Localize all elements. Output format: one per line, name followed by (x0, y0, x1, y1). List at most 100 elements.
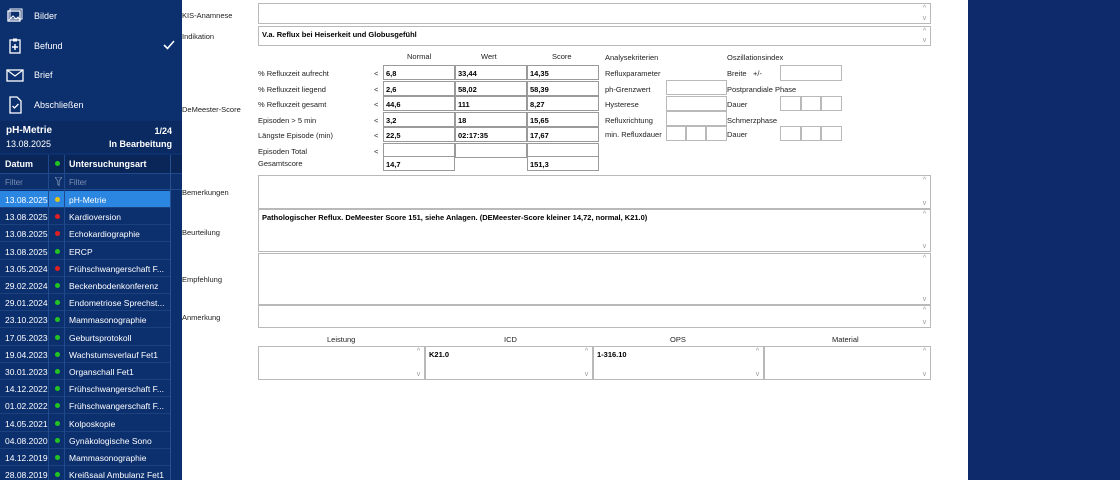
scroll-down-icon[interactable]: v (921, 37, 928, 44)
anmerkung-field[interactable]: ^ v (258, 305, 931, 328)
wert-value-field[interactable]: 111 (455, 96, 527, 111)
score-value-field[interactable]: 17,67 (527, 127, 599, 142)
list-item[interactable]: 14.05.2021 Kolposkopie (0, 415, 170, 432)
list-scrollbar[interactable] (170, 155, 171, 480)
nav-befund[interactable]: Befund (0, 31, 182, 61)
scroll-up-icon[interactable]: ^ (921, 211, 928, 218)
scroll-down-icon[interactable]: v (921, 319, 928, 326)
normal-value-field[interactable]: 3,2 (383, 111, 455, 127)
score-value-field[interactable]: 8,27 (527, 96, 599, 111)
score-value-field[interactable]: 58,39 (527, 80, 599, 96)
scrollbar[interactable]: ^ v (919, 176, 930, 208)
list-item-date: 14.12.2022 (5, 384, 48, 395)
list-item[interactable]: 01.02.2022 Frühschwangerschaft F... (0, 397, 170, 415)
breite-field[interactable] (780, 65, 842, 81)
list-item[interactable]: 30.01.2023 Organschall Fet1 (0, 363, 170, 380)
list-item[interactable]: 13.08.2025 ERCP (0, 243, 170, 260)
list-item[interactable]: 14.12.2022 Frühschwangerschaft F... (0, 380, 170, 398)
kis-anamnese-field[interactable]: ^ v (258, 3, 931, 24)
scroll-up-icon[interactable]: ^ (415, 348, 422, 355)
scroll-up-icon[interactable]: ^ (583, 348, 590, 355)
list-item[interactable]: 04.08.2020 Gynäkologische Sono (0, 432, 170, 449)
post-dauer-field-3[interactable] (821, 96, 842, 111)
empfehlung-field[interactable]: ^ v (258, 253, 931, 305)
column-header-type[interactable]: Untersuchungsart (69, 159, 147, 169)
scroll-down-icon[interactable]: v (921, 15, 928, 22)
wert-value-field[interactable]: 02:17:35 (455, 127, 527, 142)
scrollbar[interactable]: ^ v (581, 347, 592, 379)
scroll-up-icon[interactable]: ^ (921, 255, 928, 262)
scroll-down-icon[interactable]: v (754, 371, 761, 378)
nav-brief[interactable]: Brief (0, 60, 182, 90)
normal-value-field[interactable]: 22,5 (383, 127, 455, 142)
list-item[interactable]: 29.01.2024 Endometriose Sprechst... (0, 294, 170, 312)
icd-field[interactable]: K21.0 ^ v (425, 346, 593, 380)
score-value-field[interactable]: 14,35 (527, 65, 599, 80)
list-item[interactable]: 13.08.2025 Kardioversion (0, 208, 170, 226)
scroll-down-icon[interactable]: v (415, 371, 422, 378)
wert-value-field[interactable]: 33,44 (455, 65, 527, 80)
gesamt-normal-field[interactable]: 14,7 (383, 156, 455, 171)
scrollbar[interactable]: ^ v (919, 4, 930, 23)
ops-field[interactable]: 1-316.10 ^ v (593, 346, 764, 380)
bemerkungen-field[interactable]: ^ v (258, 175, 931, 209)
refluxrichtung-field[interactable] (666, 111, 727, 126)
nav-abschliessen[interactable]: Abschließen (0, 90, 182, 120)
scroll-up-icon[interactable]: ^ (921, 177, 928, 184)
scrollbar[interactable]: ^ v (919, 27, 930, 45)
scroll-up-icon[interactable]: ^ (921, 348, 928, 355)
normal-value-field[interactable]: 44,6 (383, 96, 455, 111)
scroll-up-icon[interactable]: ^ (921, 28, 928, 35)
refluxdauer-field-1[interactable] (666, 126, 686, 141)
scroll-down-icon[interactable]: v (921, 371, 928, 378)
score-value-field[interactable]: 15,65 (527, 111, 599, 127)
scrollbar[interactable]: ^ v (919, 210, 930, 251)
list-item[interactable]: 28.08.2019 Kreißsaal Ambulanz Fet1 (0, 466, 170, 480)
scrollbar[interactable]: ^ v (919, 306, 930, 327)
filter-date-input[interactable]: Filter (5, 178, 23, 187)
normal-value-field[interactable]: 6,8 (383, 65, 455, 80)
wert-value-field[interactable]: 58,02 (455, 80, 527, 96)
filter-icon[interactable] (54, 176, 63, 188)
list-item[interactable]: 19.04.2023 Wachstumsverlauf Fet1 (0, 346, 170, 363)
scroll-up-icon[interactable]: ^ (754, 348, 761, 355)
refluxdauer-field-2[interactable] (686, 126, 706, 141)
leistung-heading: Leistung (327, 335, 356, 344)
scroll-down-icon[interactable]: v (583, 371, 590, 378)
schmerz-dauer-field-3[interactable] (821, 126, 842, 141)
normal-value-field[interactable]: 2,6 (383, 80, 455, 96)
list-item[interactable]: 13.08.2025 Echokardiographie (0, 225, 170, 243)
refluxdauer-field-3[interactable] (706, 126, 727, 141)
scroll-down-icon[interactable]: v (921, 200, 928, 207)
column-header-date[interactable]: Datum (5, 159, 33, 169)
list-item[interactable]: 17.05.2023 Geburtsprotokoll (0, 329, 170, 346)
wert-value-field[interactable]: 18 (455, 111, 527, 127)
scrollbar[interactable]: ^ v (413, 347, 424, 379)
scroll-up-icon[interactable]: ^ (921, 307, 928, 314)
scrollbar[interactable]: ^ v (919, 347, 930, 379)
ph-grenzwert-field[interactable] (666, 80, 727, 95)
schmerz-dauer-field-1[interactable] (780, 126, 801, 141)
post-dauer-field-2[interactable] (801, 96, 821, 111)
gesamt-score-field[interactable]: 151,3 (527, 156, 599, 171)
list-item[interactable]: 13.05.2024 Frühschwangerschaft F... (0, 260, 170, 277)
scrollbar[interactable]: ^ v (752, 347, 763, 379)
leistung-field[interactable]: ^ v (258, 346, 425, 380)
filter-type-input[interactable]: Filter (69, 178, 87, 187)
scrollbar[interactable]: ^ v (919, 254, 930, 304)
post-dauer-field-1[interactable] (780, 96, 801, 111)
beurteilung-field[interactable]: Pathologischer Reflux. DeMeester Score 1… (258, 209, 931, 252)
indikation-field[interactable]: V.a. Reflux bei Heiserkeit und Globusgef… (258, 26, 931, 46)
nav-bilder[interactable]: Bilder (0, 1, 182, 31)
scroll-down-icon[interactable]: v (921, 296, 928, 303)
scroll-down-icon[interactable]: v (921, 243, 928, 250)
scroll-up-icon[interactable]: ^ (921, 5, 928, 12)
material-field[interactable]: ^ v (764, 346, 931, 380)
schmerz-dauer-field-2[interactable] (801, 126, 821, 141)
list-item[interactable]: 13.08.2025 pH-Metrie (0, 191, 170, 208)
list-item[interactable]: 23.10.2023 Mammasonographie (0, 311, 170, 329)
list-item[interactable]: 14.12.2019 Mammasonographie (0, 449, 170, 466)
wert-value-field[interactable] (455, 142, 527, 158)
list-item[interactable]: 29.02.2024 Beckenbodenkonferenz (0, 277, 170, 294)
hysterese-field[interactable] (666, 96, 727, 111)
